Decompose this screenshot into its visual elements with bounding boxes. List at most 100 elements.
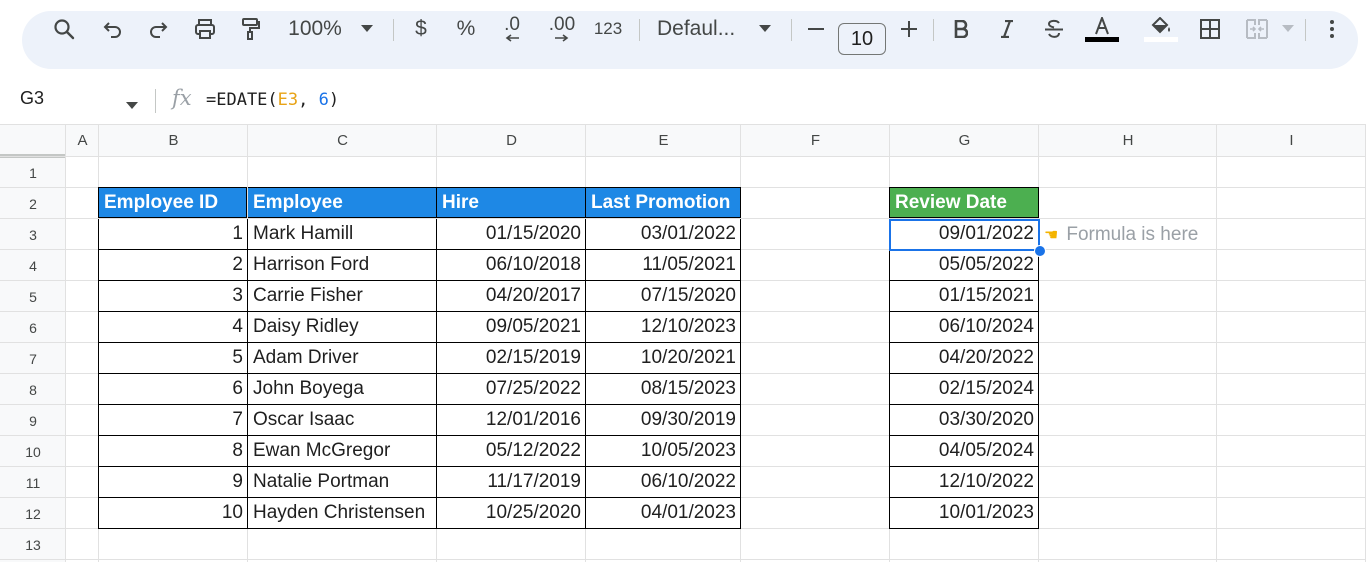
table-cell[interactable]: 10/25/2020 <box>437 498 586 529</box>
table-cell[interactable]: 09/05/2021 <box>437 312 586 343</box>
row-header-12[interactable]: 12 <box>0 498 66 529</box>
table-cell[interactable]: 09/30/2019 <box>586 405 741 436</box>
table-header-cell[interactable]: Last Promotion <box>586 187 741 218</box>
increase-decimal-button[interactable]: .00 <box>545 0 579 58</box>
table-cell[interactable]: Daisy Ridley <box>248 312 437 343</box>
decrease-decimal-button[interactable]: .0 <box>497 0 527 58</box>
italic-icon[interactable] <box>995 0 1019 58</box>
review-date-cell[interactable]: 06/10/2024 <box>889 312 1039 343</box>
table-cell[interactable]: 3 <box>98 281 248 312</box>
table-cell[interactable]: 12/10/2023 <box>586 312 741 343</box>
table-cell[interactable]: 04/20/2017 <box>437 281 586 312</box>
column-header-c[interactable]: C <box>248 124 437 157</box>
chevron-down-icon[interactable] <box>357 0 377 58</box>
select-all-corner[interactable] <box>0 124 66 157</box>
table-cell[interactable]: 04/01/2023 <box>586 498 741 529</box>
table-cell[interactable]: 7 <box>98 405 248 436</box>
font-size-input[interactable]: 10 <box>838 23 886 55</box>
table-cell[interactable]: 5 <box>98 343 248 374</box>
chevron-down-icon[interactable] <box>1280 0 1296 58</box>
review-date-cell[interactable]: 01/15/2021 <box>889 281 1039 312</box>
table-cell[interactable]: 10/20/2021 <box>586 343 741 374</box>
table-cell[interactable]: 03/01/2022 <box>586 219 741 250</box>
formula-input[interactable]: =EDATE(E3, 6) <box>206 90 339 110</box>
row-header-6[interactable]: 6 <box>0 312 66 343</box>
row-header-10[interactable]: 10 <box>0 436 66 467</box>
table-header-cell[interactable]: Employee <box>248 187 437 218</box>
table-cell[interactable]: 8 <box>98 436 248 467</box>
column-header-h[interactable]: H <box>1039 124 1217 157</box>
review-header-cell[interactable]: Review Date <box>889 187 1039 218</box>
increase-font-size-icon[interactable] <box>897 0 921 58</box>
row-header-3[interactable]: 3 <box>0 219 66 250</box>
table-cell[interactable]: 9 <box>98 467 248 498</box>
column-header-f[interactable]: F <box>741 124 890 157</box>
table-cell[interactable]: Carrie Fisher <box>248 281 437 312</box>
more-formats-button[interactable]: 123 <box>591 0 625 58</box>
review-date-cell[interactable]: 04/20/2022 <box>889 343 1039 374</box>
table-cell[interactable]: Mark Hamill <box>248 219 437 250</box>
table-cell[interactable]: 07/15/2020 <box>586 281 741 312</box>
fill-handle[interactable] <box>1034 245 1046 257</box>
review-date-cell[interactable]: 02/15/2024 <box>889 374 1039 405</box>
row-header-8[interactable]: 8 <box>0 374 66 405</box>
table-header-cell[interactable]: Hire <box>437 187 586 218</box>
search-icon[interactable] <box>50 0 78 58</box>
zoom-select[interactable]: 100% <box>284 0 346 58</box>
column-header-e[interactable]: E <box>586 124 741 157</box>
table-cell[interactable]: 10 <box>98 498 248 529</box>
table-cell[interactable]: 2 <box>98 250 248 281</box>
borders-icon[interactable] <box>1197 0 1223 58</box>
font-family-select[interactable]: Defaul... <box>657 0 743 58</box>
chevron-down-icon[interactable] <box>126 97 138 115</box>
review-date-cell[interactable]: 12/10/2022 <box>889 467 1039 498</box>
chevron-down-icon[interactable] <box>755 0 775 58</box>
fill-color-icon[interactable] <box>1144 0 1178 58</box>
table-header-cell[interactable]: Employee ID <box>98 187 247 218</box>
bold-icon[interactable] <box>949 0 973 58</box>
table-cell[interactable]: Hayden Christensen <box>248 498 437 529</box>
percent-format-button[interactable]: % <box>453 0 479 58</box>
table-cell[interactable]: Natalie Portman <box>248 467 437 498</box>
print-icon[interactable] <box>191 0 219 58</box>
redo-icon[interactable] <box>145 0 171 58</box>
row-header-5[interactable]: 5 <box>0 281 66 312</box>
decrease-font-size-icon[interactable] <box>804 0 828 58</box>
undo-icon[interactable] <box>100 0 126 58</box>
table-cell[interactable]: 6 <box>98 374 248 405</box>
column-header-d[interactable]: D <box>437 124 586 157</box>
table-cell[interactable]: 08/15/2023 <box>586 374 741 405</box>
name-box[interactable]: G3 <box>20 88 44 109</box>
row-header-2[interactable]: 2 <box>0 188 66 219</box>
review-date-cell[interactable]: 04/05/2024 <box>889 436 1039 467</box>
table-cell[interactable]: Ewan McGregor <box>248 436 437 467</box>
table-cell[interactable]: 07/25/2022 <box>437 374 586 405</box>
row-header-1[interactable]: 1 <box>0 157 66 188</box>
merge-cells-icon[interactable] <box>1243 0 1271 58</box>
table-cell[interactable]: 05/12/2022 <box>437 436 586 467</box>
currency-format-button[interactable]: $ <box>408 0 434 58</box>
table-cell[interactable]: Harrison Ford <box>248 250 437 281</box>
row-header-11[interactable]: 11 <box>0 467 66 498</box>
review-date-cell[interactable]: 03/30/2020 <box>889 405 1039 436</box>
row-header-7[interactable]: 7 <box>0 343 66 374</box>
review-date-cell[interactable]: 10/01/2023 <box>889 498 1039 529</box>
table-cell[interactable]: 06/10/2018 <box>437 250 586 281</box>
table-cell[interactable]: 1 <box>98 219 248 250</box>
table-cell[interactable]: 12/01/2016 <box>437 405 586 436</box>
review-date-cell[interactable]: 05/05/2022 <box>889 250 1039 281</box>
strikethrough-icon[interactable] <box>1041 0 1067 58</box>
table-cell[interactable]: 02/15/2019 <box>437 343 586 374</box>
row-header-4[interactable]: 4 <box>0 250 66 281</box>
table-cell[interactable]: 06/10/2022 <box>586 467 741 498</box>
column-header-a[interactable]: A <box>66 124 99 157</box>
table-cell[interactable]: 10/05/2023 <box>586 436 741 467</box>
table-cell[interactable]: Adam Driver <box>248 343 437 374</box>
more-options-icon[interactable] <box>1322 0 1342 58</box>
table-cell[interactable]: 11/05/2021 <box>586 250 741 281</box>
column-header-b[interactable]: B <box>99 124 248 157</box>
paint-format-icon[interactable] <box>238 0 264 58</box>
table-cell[interactable]: John Boyega <box>248 374 437 405</box>
row-header-9[interactable]: 9 <box>0 405 66 436</box>
table-cell[interactable]: 4 <box>98 312 248 343</box>
